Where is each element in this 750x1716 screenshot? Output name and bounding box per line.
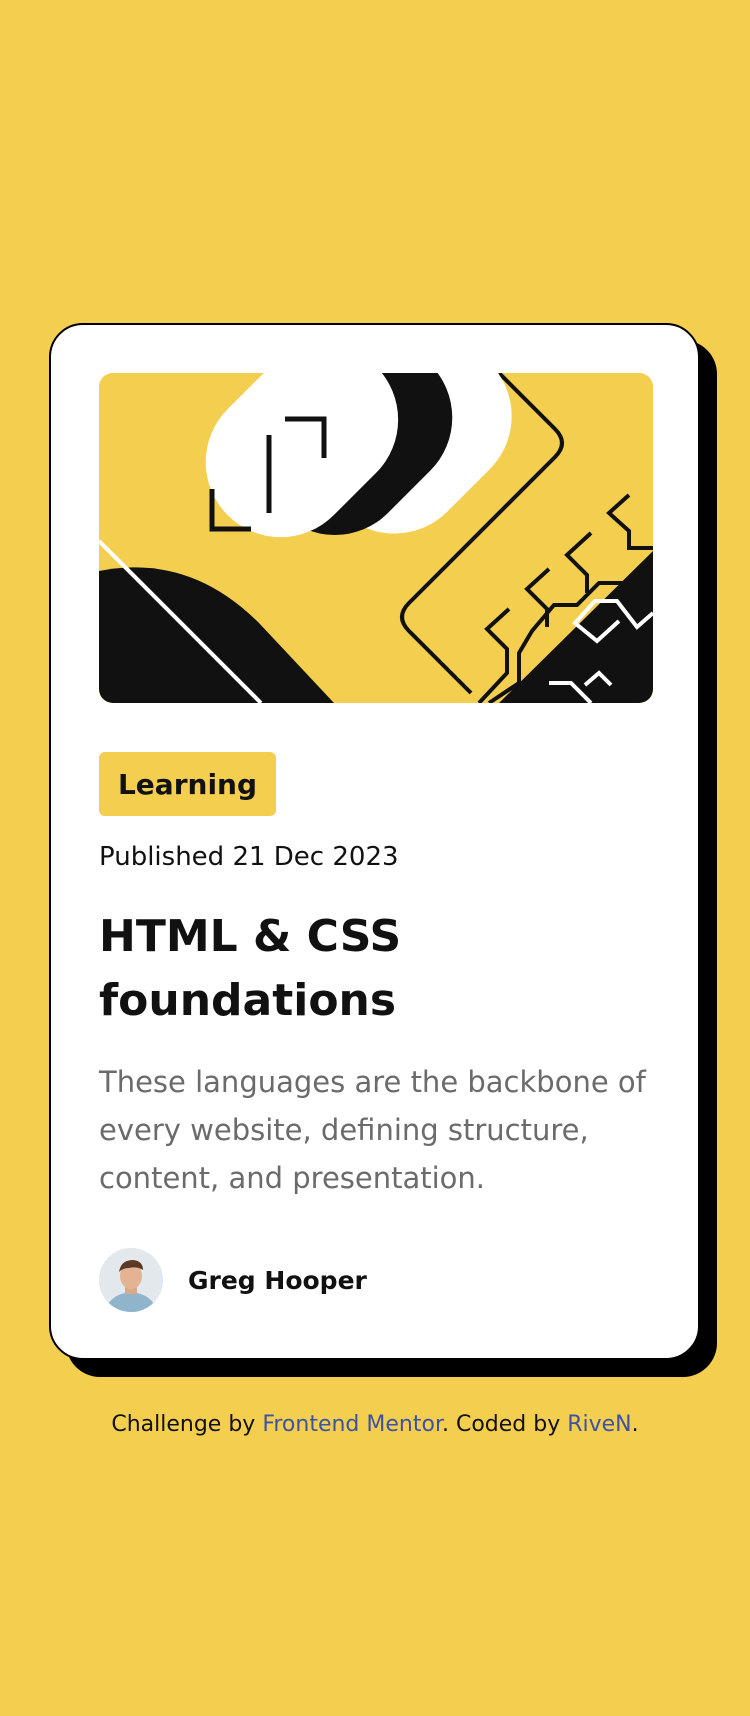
blog-preview-card: Learning Published 21 Dec 2023 HTML & CS… [49,323,700,1360]
avatar [99,1248,163,1312]
hero-illustration-graphic [99,373,653,703]
card-title[interactable]: HTML & CSS foundations [99,905,639,1033]
attribution-middle: . Coded by [441,1412,568,1437]
author-name: Greg Hooper [188,1265,367,1295]
attribution-prefix: Challenge by [111,1412,263,1437]
attribution: Challenge by Frontend Mentor. Coded by R… [0,1412,750,1437]
category-tag[interactable]: Learning [99,752,276,816]
author: Greg Hooper [99,1248,367,1312]
coder-link[interactable]: RiveN [567,1412,631,1437]
frontend-mentor-link[interactable]: Frontend Mentor [262,1412,442,1437]
attribution-suffix: . [631,1412,639,1437]
avatar-photo [99,1248,163,1312]
hero-illustration [99,373,653,703]
card-description: These languages are the backbone of ever… [99,1065,646,1195]
publish-date: Published 21 Dec 2023 [99,842,399,872]
